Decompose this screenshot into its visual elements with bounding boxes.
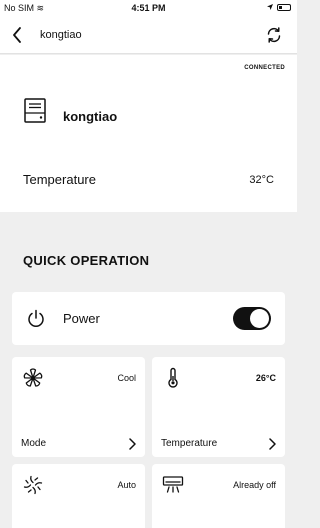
air-conditioner-unit-icon bbox=[24, 98, 46, 123]
chevron-left-icon bbox=[13, 27, 21, 43]
toggle-knob bbox=[250, 309, 269, 328]
location-arrow-icon bbox=[267, 4, 273, 10]
temperature-value: 32°C bbox=[249, 174, 274, 186]
fan-icon bbox=[23, 475, 43, 495]
chevron-right-icon bbox=[129, 438, 136, 450]
fan-speed-value: Auto bbox=[117, 480, 136, 490]
temperature-tile-label: Temperature bbox=[161, 438, 218, 449]
power-icon bbox=[28, 309, 44, 327]
chevron-right-icon bbox=[269, 438, 276, 450]
swing-tile[interactable]: Already off bbox=[152, 464, 285, 528]
temperature-label: Temperature bbox=[23, 172, 96, 187]
battery-fill bbox=[279, 5, 282, 9]
section-title: QUICK OPERATION bbox=[23, 253, 150, 268]
status-right bbox=[266, 3, 291, 11]
temperature-tile[interactable]: 26°C Temperature bbox=[152, 357, 285, 457]
page-title: kongtiao bbox=[40, 29, 82, 41]
device-name: kongtiao bbox=[63, 109, 118, 124]
temperature-setpoint: 26°C bbox=[255, 373, 276, 383]
clock: 4:51 PM bbox=[131, 3, 166, 13]
refresh-button[interactable] bbox=[265, 26, 283, 44]
thermometer-icon bbox=[168, 367, 178, 388]
device-panel: CONNECTED kongtiao Temperature 32°C bbox=[0, 55, 297, 212]
power-card: Power bbox=[12, 292, 285, 345]
status-bar: No SIM ≋ 4:51 PM bbox=[0, 0, 297, 16]
fan-speed-tile[interactable]: Auto bbox=[12, 464, 145, 528]
air-conditioner-icon bbox=[162, 476, 184, 493]
mode-label: Mode bbox=[21, 438, 47, 449]
mode-value: Cool bbox=[117, 373, 136, 383]
refresh-icon bbox=[267, 27, 281, 43]
power-label: Power bbox=[63, 311, 100, 326]
back-button[interactable] bbox=[12, 25, 28, 45]
swing-value: Already off bbox=[233, 480, 276, 490]
battery-icon bbox=[277, 3, 291, 11]
snowflake-icon bbox=[23, 368, 43, 387]
mode-tile[interactable]: Cool Mode bbox=[12, 357, 145, 457]
nav-bar: kongtiao bbox=[0, 16, 297, 54]
power-toggle[interactable] bbox=[233, 307, 271, 330]
connection-status: CONNECTED bbox=[244, 65, 285, 71]
